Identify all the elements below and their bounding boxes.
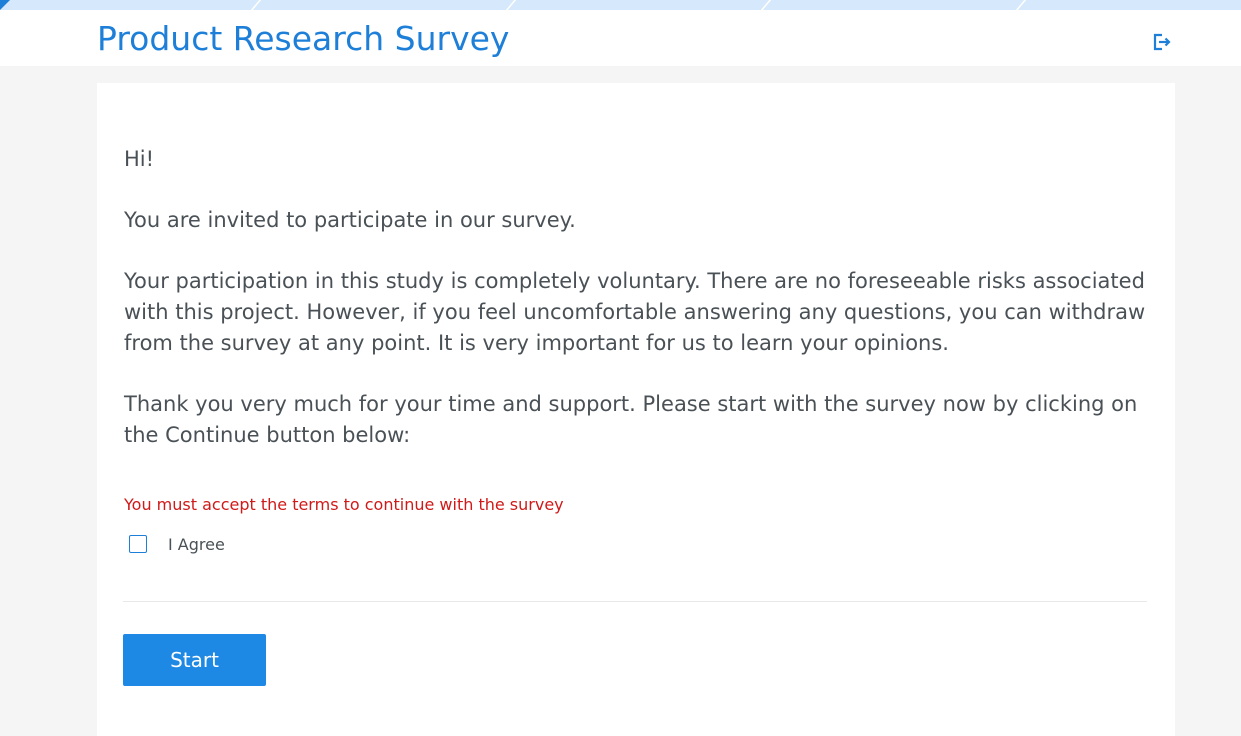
progress-strip: [0, 0, 1241, 10]
intro-text: Hi! You are invited to participate in ou…: [124, 144, 1154, 451]
terms-error-message: You must accept the terms to continue wi…: [124, 495, 564, 514]
survey-title: Product Research Survey: [97, 19, 510, 58]
start-button[interactable]: Start: [123, 634, 266, 686]
exit-survey-button[interactable]: [1151, 31, 1173, 53]
divider: [123, 601, 1147, 602]
survey-card: Hi! You are invited to participate in ou…: [97, 83, 1175, 736]
progress-strip-start: [0, 0, 10, 10]
progress-strip-separator: [248, 0, 264, 10]
invitation-text: You are invited to participate in our su…: [124, 208, 576, 232]
agree-option[interactable]: I Agree: [129, 533, 225, 555]
sign-out-icon: [1153, 33, 1171, 51]
agree-label[interactable]: I Agree: [168, 535, 225, 554]
progress-strip-separator: [1013, 0, 1029, 10]
greeting-text: Hi!: [124, 147, 155, 171]
voluntary-text: Your participation in this study is comp…: [124, 269, 1146, 355]
progress-strip-separator: [758, 0, 774, 10]
progress-strip-separator: [503, 0, 519, 10]
header: Product Research Survey: [0, 10, 1241, 66]
agree-checkbox[interactable]: [129, 535, 147, 553]
thanks-text: Thank you very much for your time and su…: [124, 392, 1138, 447]
